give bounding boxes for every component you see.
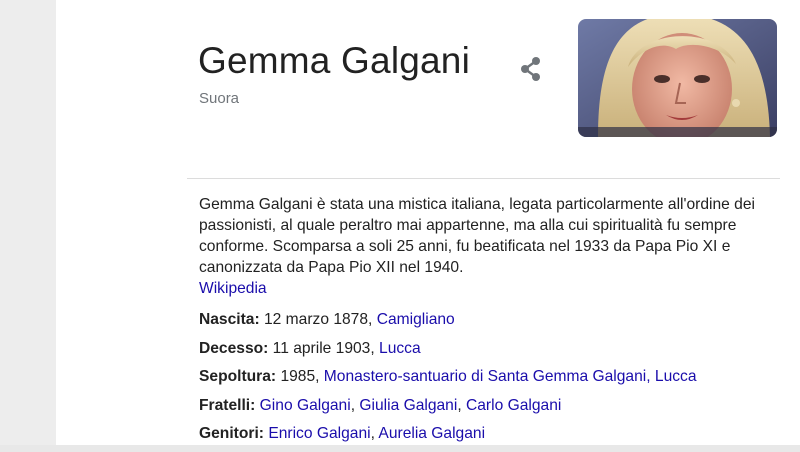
fact-label: Fratelli: [199, 396, 256, 414]
fact-label: Nascita: [199, 311, 260, 328]
sibling-link[interactable]: Giulia Galgani [359, 397, 457, 414]
sibling-link[interactable]: Carlo Galgani [466, 397, 561, 414]
fact-value: 1985, [276, 368, 324, 386]
entity-subtitle: Suora [199, 90, 240, 107]
parent-link[interactable]: Enrico Galgani [268, 425, 370, 442]
fact-label: Genitori: [199, 425, 264, 443]
wikipedia-link[interactable]: Wikipedia [199, 278, 759, 299]
fact-sepoltura: Sepoltura: 1985, Monastero-santuario di … [199, 366, 789, 395]
deathplace-link[interactable]: Lucca [379, 340, 421, 357]
description-text: Gemma Galgani è stata una mistica italia… [199, 196, 755, 276]
fact-genitori: Genitori: Enrico Galgani, Aurelia Galgan… [199, 425, 486, 443]
left-margin-strip [0, 0, 56, 445]
fact-label: Sepoltura: [199, 368, 277, 386]
parent-link[interactable]: Aurelia Galgani [378, 425, 485, 442]
burial-place-link[interactable]: Monastero-santuario di Santa Gemma Galga… [324, 368, 697, 385]
entity-title: Gemma Galgani [198, 40, 470, 81]
entity-photo[interactable] [578, 19, 777, 137]
facts-list: Nascita: 12 marzo 1878, Camigliano Deces… [199, 309, 789, 452]
fact-value: 12 marzo 1878, [259, 311, 377, 328]
sibling-link[interactable]: Gino Galgani [260, 397, 351, 414]
section-divider [187, 178, 780, 179]
fact-decesso: Decesso: 11 aprile 1903, Lucca [199, 338, 789, 367]
portrait-image [578, 19, 777, 137]
birthplace-link[interactable]: Camigliano [377, 311, 455, 328]
share-icon[interactable] [516, 54, 546, 84]
fact-value: 11 aprile 1903, [268, 339, 380, 357]
fact-nascita: Nascita: 12 marzo 1878, Camigliano [199, 309, 789, 338]
fact-fratelli: Fratelli: Gino Galgani, Giulia Galgani, … [199, 396, 562, 414]
entity-description: Gemma Galgani è stata una mistica italia… [199, 194, 759, 299]
fact-label: Decesso: [199, 339, 269, 357]
